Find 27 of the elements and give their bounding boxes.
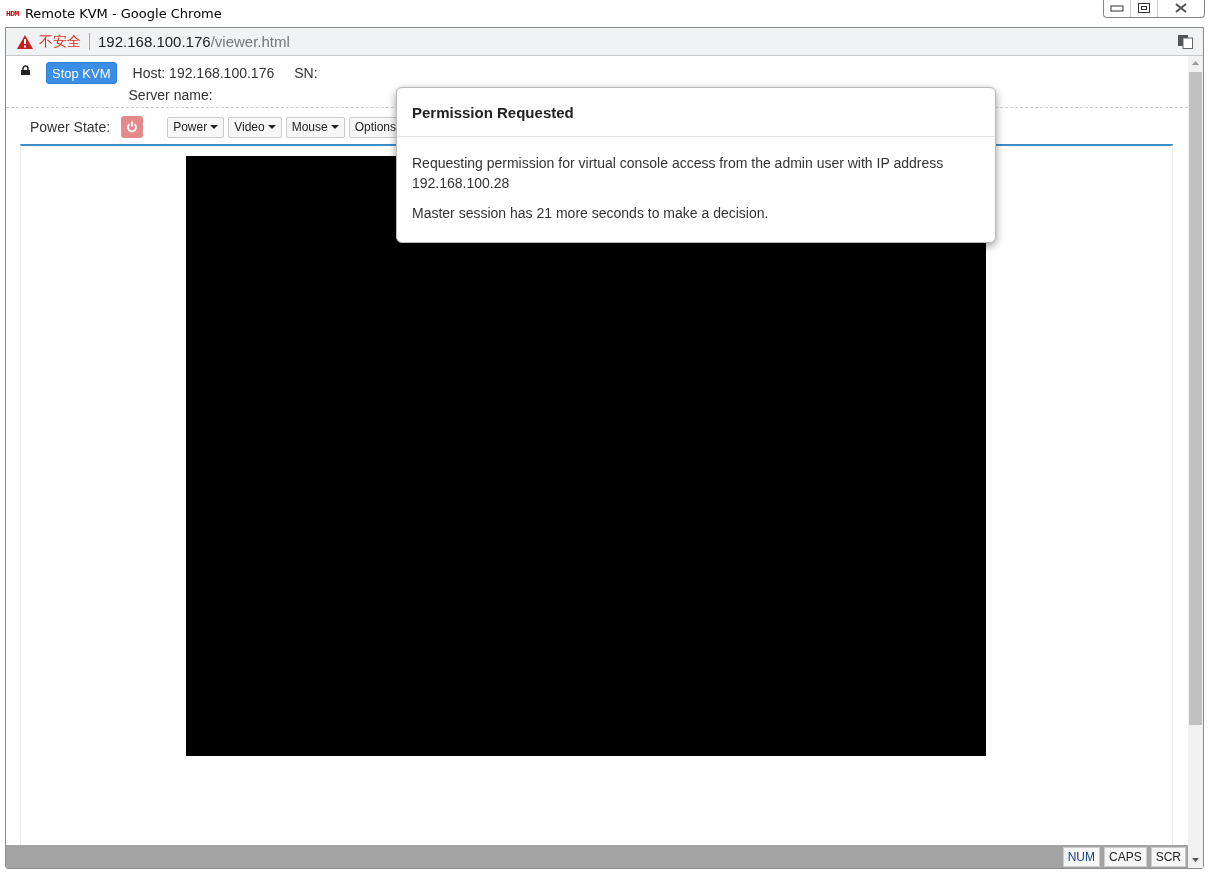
key-indicator: SCR bbox=[1150, 846, 1186, 867]
minimize-icon bbox=[1110, 4, 1124, 12]
dropdown-button[interactable]: Video bbox=[228, 116, 282, 138]
window-title: Remote KVM - Google Chrome bbox=[24, 6, 222, 21]
warning-icon[interactable] bbox=[17, 34, 33, 49]
maximize-icon bbox=[1138, 3, 1150, 13]
scrollbar[interactable] bbox=[1188, 56, 1203, 868]
url-text[interactable]: 192.168.100.176/viewer.html bbox=[98, 33, 290, 50]
countdown-message: Master session has 21 more seconds to make a decision. bbox=[412, 204, 770, 223]
dropdown-button[interactable]: Mouse bbox=[285, 116, 345, 138]
app-logo: HDM bbox=[6, 9, 19, 18]
power-state-label: Power State: bbox=[30, 119, 111, 135]
security-label[interactable]: 不安全 bbox=[39, 32, 81, 51]
caret-icon bbox=[330, 125, 339, 129]
close-icon bbox=[1174, 3, 1188, 13]
caret-icon bbox=[267, 125, 276, 129]
caret-icon bbox=[210, 125, 219, 129]
server-name-label: Server name: bbox=[128, 87, 214, 103]
translate-icon[interactable] bbox=[1178, 35, 1193, 49]
host-label: Host: 192.168.100.176 bbox=[132, 65, 275, 81]
dialog-message: Requesting permission for virtual console access from the admin user with IP address 192.168.100.28 bbox=[412, 154, 945, 193]
serial-number-label: SN: bbox=[294, 65, 318, 81]
dialog-title: Permission Requested bbox=[397, 88, 995, 137]
dropdown-button[interactable]: Power bbox=[167, 116, 225, 138]
lock-icon bbox=[21, 65, 30, 75]
key-indicator: CAPS bbox=[1103, 846, 1147, 867]
key-indicator: NUM bbox=[1062, 846, 1100, 867]
